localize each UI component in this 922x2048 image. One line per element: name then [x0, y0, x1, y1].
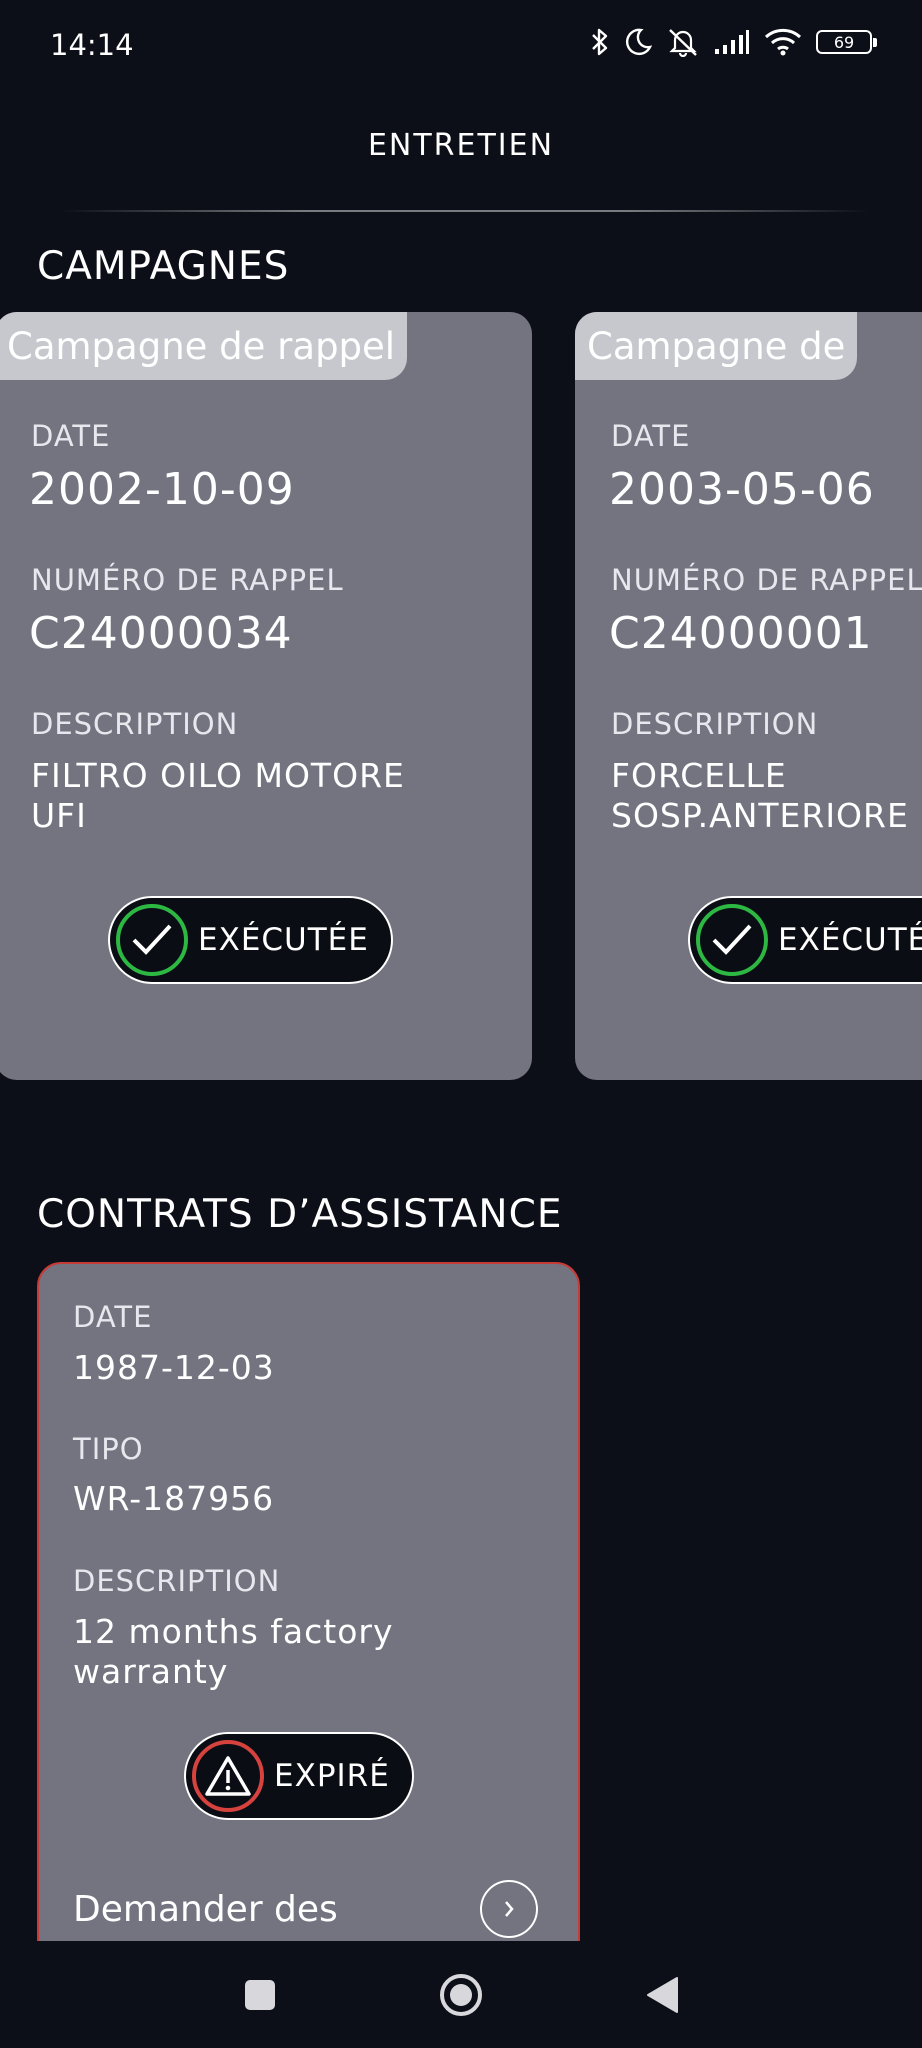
campaign-type-tab: Campagne de — [575, 312, 858, 380]
signal-icon — [715, 30, 749, 54]
date-value: 2003-05-06 — [609, 464, 875, 515]
chevron-right-icon[interactable] — [480, 1880, 538, 1938]
status-label: EXPIRÉ — [274, 1758, 390, 1794]
page-title: ENTRETIEN — [367, 128, 555, 163]
campaigns-carousel[interactable]: Campagne de rappel DATE 2002-10-09 NUMÉR… — [0, 312, 922, 1082]
square-icon — [245, 1979, 275, 2010]
description-line1: FILTRO OILO MOTORE — [31, 756, 405, 795]
description-label: DESCRIPTION — [31, 707, 239, 741]
description-line2: warranty — [73, 1652, 229, 1691]
status-icons: 69 — [590, 26, 877, 58]
status-expired-badge: EXPIRÉ — [184, 1732, 414, 1820]
campaign-type-tab: Campagne de rappel — [0, 312, 408, 380]
date-label: DATE — [31, 419, 111, 453]
battery-icon: 69 — [816, 30, 877, 54]
recall-number-value: C24000001 — [609, 608, 873, 659]
recall-number-label: NUMÉRO DE RAPPEL — [31, 563, 344, 597]
type-value: WR-187956 — [73, 1479, 275, 1518]
request-label: Demander des — [73, 1888, 338, 1930]
bluetooth-icon — [592, 28, 608, 56]
description-line2: UFI — [31, 796, 87, 835]
description-label: DESCRIPTION — [73, 1564, 281, 1598]
back-triangle-icon — [647, 1976, 678, 2013]
moon-icon — [626, 28, 652, 56]
battery-level: 69 — [833, 32, 855, 52]
home-circle-icon — [440, 1973, 482, 2016]
wifi-icon — [764, 28, 802, 56]
recall-number-value: C24000034 — [29, 608, 293, 659]
check-circle-icon — [696, 904, 768, 976]
date-value: 2002-10-09 — [29, 464, 295, 515]
recall-number-label: NUMÉRO DE RAPPEL — [611, 563, 922, 597]
header-divider — [60, 210, 870, 212]
status-time: 14:14 — [50, 28, 134, 62]
status-label: EXÉCUTÉE — [198, 922, 369, 958]
contract-card[interactable]: DATE 1987-12-03 TIPO WR-187956 DESCRIPTI… — [37, 1262, 580, 2048]
campaign-card[interactable]: Campagne de rappel DATE 2002-10-09 NUMÉR… — [0, 312, 532, 1080]
request-assistance-row[interactable]: Demander des — [73, 1874, 538, 1944]
description-line1: 12 months factory — [73, 1612, 394, 1651]
recents-button[interactable] — [200, 1941, 320, 2048]
bell-off-icon — [669, 29, 697, 57]
description-label: DESCRIPTION — [611, 707, 819, 741]
status-label: EXÉCUTÉE — [778, 922, 922, 958]
status-executed-badge: EXÉCUTÉE — [108, 896, 393, 984]
back-button[interactable] — [602, 1941, 722, 2048]
home-button[interactable] — [401, 1941, 521, 2048]
date-label: DATE — [73, 1300, 153, 1334]
description-line1: FORCELLE — [611, 756, 787, 795]
description-line2: SOSP.ANTERIORE — [611, 796, 909, 835]
date-value: 1987-12-03 — [73, 1348, 275, 1387]
warning-circle-icon — [192, 1740, 264, 1812]
contracts-title: CONTRATS D’ASSISTANCE — [37, 1192, 563, 1237]
status-executed-badge: EXÉCUTÉE — [688, 896, 922, 984]
type-label: TIPO — [73, 1432, 144, 1466]
check-circle-icon — [116, 904, 188, 976]
navigation-bar — [0, 1941, 922, 2048]
date-label: DATE — [611, 419, 691, 453]
status-bar: 14:14 69 — [0, 0, 922, 92]
campaign-card[interactable]: Campagne de DATE 2003-05-06 NUMÉRO DE RA… — [575, 312, 922, 1080]
campaigns-title: CAMPAGNES — [37, 244, 290, 289]
